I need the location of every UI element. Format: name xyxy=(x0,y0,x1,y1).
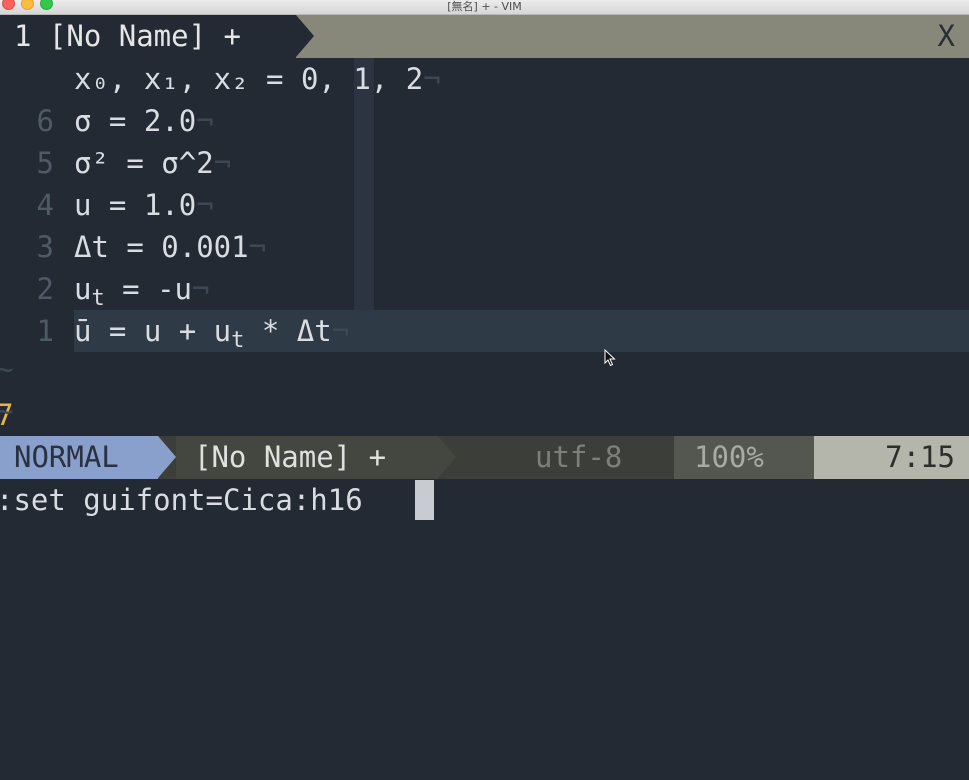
eol-marker: ¬ xyxy=(331,314,350,348)
tab-close-button[interactable]: X xyxy=(938,15,955,58)
text-cursor xyxy=(415,480,434,520)
tab-separator-arrow xyxy=(296,15,314,57)
buffer-line[interactable]: 4 σ² = σ^2¬ xyxy=(0,142,969,222)
eol-marker: ¬ xyxy=(196,188,214,222)
command-line[interactable]: :set guifont=Cica:h16 xyxy=(0,479,969,522)
buffer-line[interactable]: 1 ut = -u¬ xyxy=(0,268,969,348)
line-text: ū = u + ut * Δt¬ xyxy=(74,314,350,353)
buffer-line[interactable]: 3 u = 1.0¬ xyxy=(0,184,969,264)
statusline: NORMAL [No Name] + utf-8 100% 7:15 xyxy=(0,436,969,479)
buffer-line[interactable]: 5 σ = 2.0¬ xyxy=(0,100,969,180)
window-titlebar: [無名] + - VIM xyxy=(0,0,969,15)
mode-indicator: NORMAL xyxy=(0,436,158,479)
line-text: Δt = 0.001¬ xyxy=(74,230,267,264)
empty-line-tilde: ~ xyxy=(0,394,14,428)
line-text: ut = -u¬ xyxy=(74,272,210,311)
tabline: 1 [No Name] + X xyxy=(0,15,969,58)
window-title: [無名] + - VIM xyxy=(447,0,522,13)
buffer-line-current[interactable]: 7 ū = u + ut * Δt¬ xyxy=(0,310,969,432)
line-text: u = 1.0¬ xyxy=(74,188,214,222)
tab-no-name[interactable]: 1 [No Name] + xyxy=(0,15,296,58)
mouse-pointer-icon xyxy=(604,349,616,367)
filename-separator-arrow xyxy=(438,436,456,478)
line-text: σ² = σ^2¬ xyxy=(74,146,232,180)
status-cursor-position: 7:15 xyxy=(814,436,969,479)
editor-buffer[interactable]: 6 x₀, x₁, x₂ = 0, 1, 2¬ 5 σ = 2.0¬ 4 σ² … xyxy=(0,58,969,436)
empty-line-tilde: ~ xyxy=(0,352,14,386)
line-text: x₀, x₁, x₂ = 0, 1, 2¬ xyxy=(74,62,441,96)
eol-marker: ¬ xyxy=(423,62,441,96)
mode-separator-arrow xyxy=(158,436,176,478)
status-percent: 100% xyxy=(674,436,814,479)
eol-marker: ¬ xyxy=(196,104,214,138)
line-text: σ = 2.0¬ xyxy=(74,104,214,138)
buffer-line[interactable]: 2 Δt = 0.001¬ xyxy=(0,226,969,306)
command-text: :set guifont=Cica:h16 xyxy=(0,483,363,517)
eol-marker: ¬ xyxy=(213,146,232,180)
eol-marker: ¬ xyxy=(248,230,267,264)
eol-marker: ¬ xyxy=(192,272,210,306)
buffer-line[interactable]: 6 x₀, x₁, x₂ = 0, 1, 2¬ xyxy=(0,58,969,138)
status-filename: [No Name] + xyxy=(176,436,438,479)
status-encoding: utf-8 xyxy=(535,440,623,474)
